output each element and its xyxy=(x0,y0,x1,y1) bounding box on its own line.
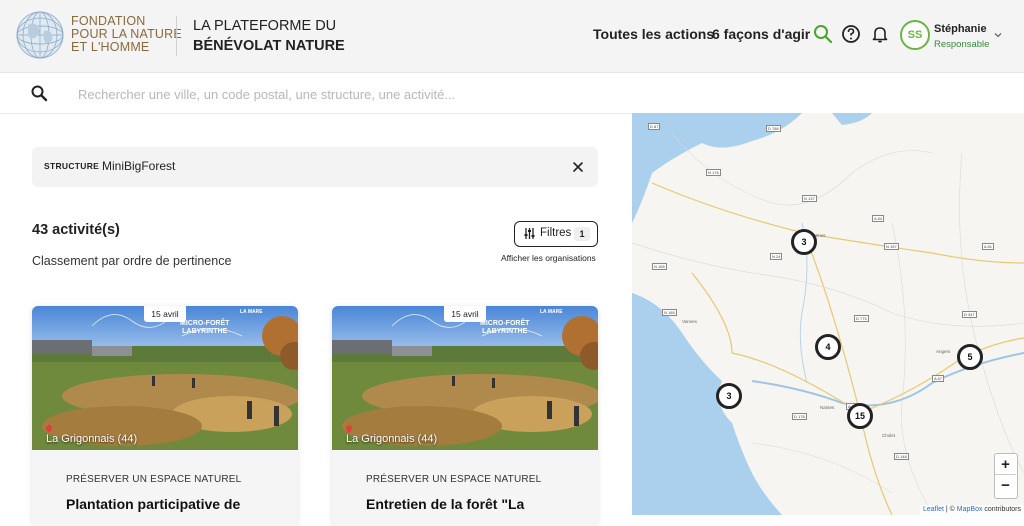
nav-all-actions[interactable]: Toutes les actions xyxy=(593,26,714,42)
user-name[interactable]: Stéphanie xyxy=(934,23,987,35)
photo-title-line-2: LABYRINTHE xyxy=(182,328,228,335)
search-input[interactable] xyxy=(78,81,598,107)
platform-title: LA PLATEFORME DU BÉNÉVOLAT NATURE xyxy=(193,16,345,56)
road-label: D 148 xyxy=(894,453,909,460)
sliders-icon xyxy=(524,228,535,239)
platform-title-line-1: LA PLATEFORME DU xyxy=(193,18,337,34)
chevron-down-icon[interactable] xyxy=(993,30,1003,40)
attribution-rest: contributors xyxy=(982,506,1021,513)
place-label: Angers xyxy=(936,349,951,354)
zoom-in-button[interactable]: + xyxy=(995,454,1016,475)
results-count: 43 activité(s) xyxy=(32,222,120,238)
place-label: Nantes xyxy=(820,405,835,410)
search-icon xyxy=(31,85,48,102)
leaflet-link[interactable]: Leaflet xyxy=(923,506,944,513)
place-label: Cholet xyxy=(882,433,896,438)
filters-count-badge: 1 xyxy=(574,227,590,241)
road-label: N 165 xyxy=(652,263,667,270)
map-pin-icon xyxy=(46,425,52,433)
help-icon[interactable] xyxy=(840,23,862,45)
road-label: A 84 xyxy=(872,215,885,222)
map-cluster[interactable]: 15 xyxy=(847,403,873,429)
filter-chip-label: STRUCTURE xyxy=(44,161,100,171)
road-label: N 165 xyxy=(662,309,677,316)
activity-title[interactable]: Entretien de la forêt "La xyxy=(366,496,524,512)
bell-icon[interactable] xyxy=(869,23,891,45)
globe-logo-icon[interactable] xyxy=(16,11,64,59)
search-bar xyxy=(0,74,1024,114)
map-cluster[interactable]: 3 xyxy=(716,383,742,409)
photo-title-line-2: LABYRINTHE xyxy=(482,328,528,335)
road-label: N 137 xyxy=(802,195,817,202)
activity-title[interactable]: Plantation participative de xyxy=(66,496,240,512)
road-label: N 24 xyxy=(770,253,783,260)
road-label: A 81 xyxy=(982,243,995,250)
photo-tag-text: LA MARE xyxy=(240,309,263,315)
location-label: La Grigonnais (44) xyxy=(346,425,437,445)
zoom-control: + − xyxy=(994,453,1018,499)
road-label: D 775 xyxy=(854,315,869,322)
activity-category: PRÉSERVER UN ESPACE NATUREL xyxy=(66,474,242,485)
map-cluster[interactable]: 3 xyxy=(791,229,817,255)
map-cluster[interactable]: 5 xyxy=(957,344,983,370)
zoom-out-button[interactable]: − xyxy=(995,475,1016,496)
activity-category: PRÉSERVER UN ESPACE NATUREL xyxy=(366,474,542,485)
activity-photo: 15 avril LA MARE MICRO-FORÊT LABYRINTHE … xyxy=(32,306,298,450)
header: FONDATION POUR LA NATURE ET L'HOMME LA P… xyxy=(0,0,1024,73)
sort-order-text: Classement par ordre de pertinence xyxy=(32,254,232,268)
logo-line-3: ET L'HOMME xyxy=(71,40,150,54)
avatar[interactable]: SS xyxy=(900,20,930,50)
platform-title-line-2: BÉNÉVOLAT NATURE xyxy=(193,38,345,54)
nav-ways-to-act[interactable]: 6 façons d'agir xyxy=(712,26,810,42)
filter-chip-value: MiniBigForest xyxy=(102,159,176,173)
location-text: La Grigonnais (44) xyxy=(46,433,138,445)
activity-photo: 15 avril LA MARE MICRO-FORÊT LABYRINTHE … xyxy=(332,306,598,450)
foundation-logo-text: FONDATION POUR LA NATURE ET L'HOMME xyxy=(71,15,182,54)
map-pin-icon xyxy=(346,425,352,433)
header-divider xyxy=(176,16,177,56)
road-label: N 176 xyxy=(706,169,721,176)
map-cluster[interactable]: 4 xyxy=(815,334,841,360)
mapbox-link[interactable]: MapBox xyxy=(957,506,983,513)
road-label: D 87 xyxy=(648,123,661,130)
close-icon[interactable] xyxy=(571,160,585,174)
photo-title-line-1: MICRO-FORÊT xyxy=(180,320,230,327)
map[interactable]: D 87 D 786 N 176 N 137 A 84 N 165 N 157 … xyxy=(632,113,1024,515)
filters-label: Filtres xyxy=(540,227,572,239)
place-label: Vannes xyxy=(682,319,697,324)
location-label: La Grigonnais (44) xyxy=(46,425,137,445)
show-organizations-link[interactable]: Afficher les organisations xyxy=(501,253,596,263)
activity-card[interactable]: 15 avril LA MARE MICRO-FORÊT LABYRINTHE … xyxy=(332,306,598,526)
active-filter-chip: STRUCTURE MiniBigForest xyxy=(32,147,598,187)
road-label: D 178 xyxy=(792,413,807,420)
attribution-separator: | © xyxy=(943,506,957,513)
road-label: D 786 xyxy=(766,125,781,132)
photo-title-line-1: MICRO-FORÊT xyxy=(480,320,530,327)
map-attribution: Leaflet | © MapBox contributors xyxy=(919,505,1024,515)
photo-title-text: MICRO-FORÊT LABYRINTHE xyxy=(180,320,229,336)
location-text: La Grigonnais (44) xyxy=(346,433,438,445)
road-label: N 157 xyxy=(884,243,899,250)
activity-card[interactable]: 15 avril LA MARE MICRO-FORÊT LABYRINTHE … xyxy=(32,306,298,526)
photo-title-text: MICRO-FORÊT LABYRINTHE xyxy=(480,320,529,336)
road-label: D 347 xyxy=(962,311,977,318)
road-label: A 87 xyxy=(932,375,945,382)
user-role: Responsable xyxy=(934,39,990,50)
filters-button[interactable]: Filtres 1 xyxy=(514,221,598,247)
search-icon[interactable] xyxy=(812,23,834,45)
photo-tag-text: LA MARE xyxy=(540,309,563,315)
